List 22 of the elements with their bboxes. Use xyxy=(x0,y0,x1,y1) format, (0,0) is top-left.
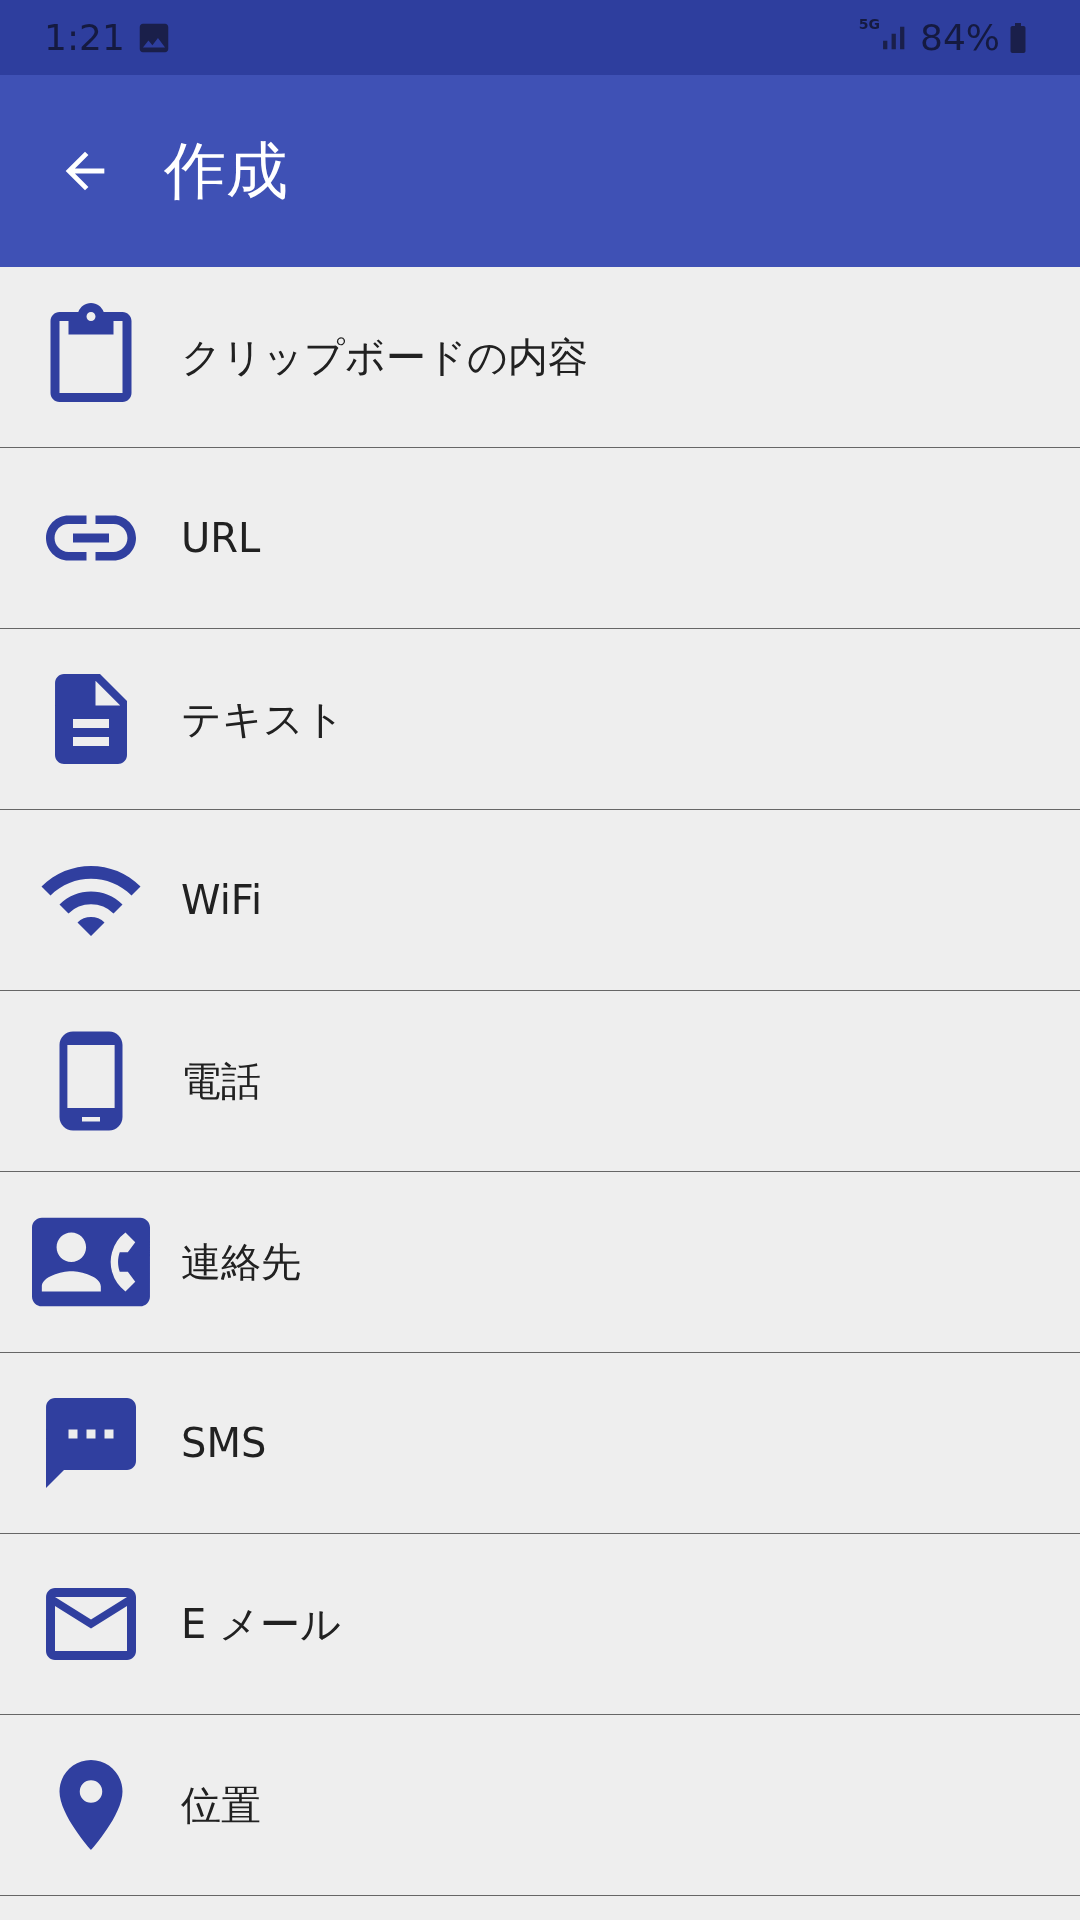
list-item[interactable]: 位置 xyxy=(0,1715,1080,1896)
list-item[interactable]: E メール xyxy=(0,1534,1080,1715)
network-type: 5G xyxy=(858,16,880,32)
list-item[interactable]: 電話 xyxy=(0,991,1080,1172)
list-item[interactable]: クリップボードの内容 xyxy=(0,267,1080,448)
item-label: テキスト xyxy=(181,694,345,744)
item-label: 電話 xyxy=(181,1056,261,1106)
item-label: URL xyxy=(181,515,261,561)
item-label: 連絡先 xyxy=(181,1237,301,1287)
item-label: SMS xyxy=(181,1420,267,1466)
list-item[interactable]: SMS xyxy=(0,1353,1080,1534)
item-label: WiFi xyxy=(181,877,262,923)
list-item[interactable]: WiFi xyxy=(0,810,1080,991)
item-label: 位置 xyxy=(181,1780,261,1830)
status-time: 1:21 xyxy=(44,17,125,58)
item-label: E メール xyxy=(181,1599,341,1649)
screen-title: 作成 xyxy=(164,133,288,209)
battery-percent: 84% xyxy=(920,17,1000,58)
list-item[interactable]: 連絡先 xyxy=(0,1172,1080,1353)
item-label: クリップボードの内容 xyxy=(181,332,588,382)
list-item[interactable]: テキスト xyxy=(0,629,1080,810)
list-item[interactable]: URL xyxy=(0,448,1080,629)
